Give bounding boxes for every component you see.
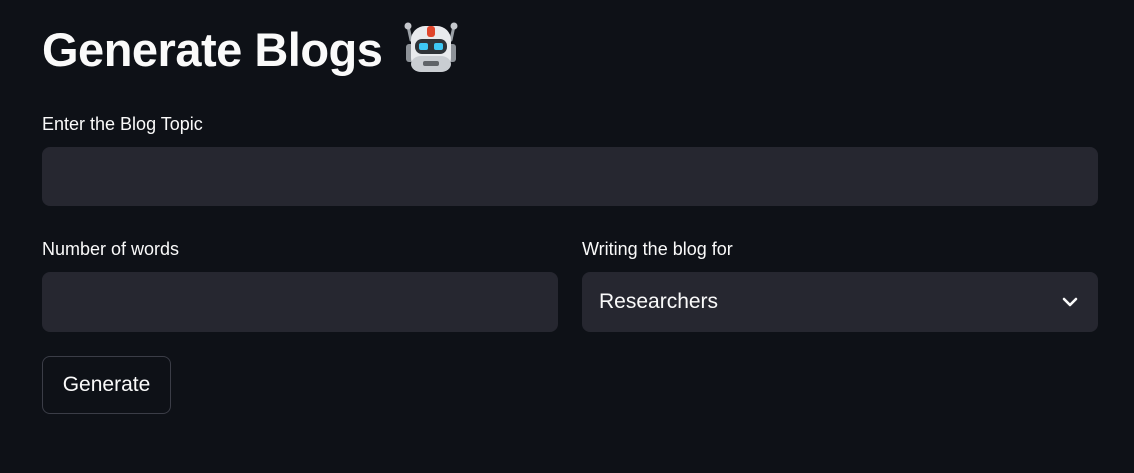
page-title: Generate Blogs [42, 22, 383, 76]
page-header: Generate Blogs [42, 14, 460, 84]
audience-select[interactable]: Researchers [582, 272, 1098, 332]
generate-button[interactable]: Generate [42, 356, 171, 414]
number-of-words-label: Number of words [42, 239, 180, 259]
chevron-down-icon [1062, 297, 1078, 307]
robot-icon [404, 22, 458, 72]
audience-selected-value: Researchers [599, 290, 719, 313]
blog-topic-label: Enter the Blog Topic [42, 114, 203, 134]
app-container: Generate Blogs Enter the Blog Topic Numb… [0, 0, 1134, 473]
audience-label: Writing the blog for [582, 239, 733, 259]
blog-topic-input[interactable] [43, 148, 1097, 205]
number-of-words-input[interactable] [43, 273, 557, 331]
number-of-words-field [42, 272, 558, 332]
blog-topic-field [42, 147, 1098, 206]
